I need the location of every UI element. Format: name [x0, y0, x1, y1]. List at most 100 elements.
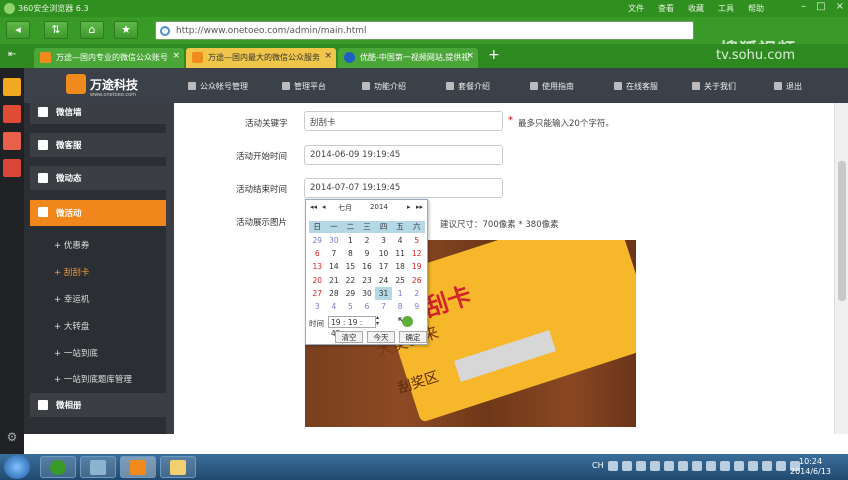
nav-accounts[interactable]: 公众帐号管理: [188, 81, 248, 92]
nav-packages[interactable]: 套餐介绍: [446, 81, 490, 92]
calendar-day-selected[interactable]: 31: [375, 286, 392, 300]
calendar-day[interactable]: 15: [342, 260, 359, 273]
tab-1[interactable]: 万途—国内专业的微信公众账号 ×: [34, 48, 184, 68]
new-tab-icon[interactable]: +: [488, 47, 500, 63]
calendar-day[interactable]: 7: [375, 300, 392, 313]
tab-close-icon[interactable]: ×: [172, 51, 180, 61]
taskbar-ie[interactable]: [40, 456, 76, 478]
month-select[interactable]: 七月: [338, 203, 352, 213]
calendar-day[interactable]: 28: [326, 287, 343, 300]
brand-logo[interactable]: 万途科技 www.onetoeo.com: [66, 74, 138, 98]
calendar-day[interactable]: 23: [359, 274, 376, 287]
sidebar-item-news[interactable]: 微动态: [30, 166, 166, 190]
calendar-day[interactable]: 3: [375, 234, 392, 247]
calendar-day[interactable]: 5: [342, 300, 359, 313]
tray-icon[interactable]: [733, 461, 744, 471]
calendar-day[interactable]: 1: [342, 234, 359, 247]
calendar-day[interactable]: 16: [359, 260, 376, 273]
prev-month-icon[interactable]: ◂: [322, 203, 326, 211]
nav-about[interactable]: 关于我们: [692, 81, 736, 92]
refresh-button[interactable]: ⇅: [44, 21, 68, 39]
calendar-day[interactable]: 14: [326, 260, 343, 273]
favorite-button[interactable]: ★: [114, 21, 138, 39]
back-button[interactable]: ◂: [6, 21, 30, 39]
nav-features[interactable]: 功能介绍: [362, 81, 406, 92]
scrollbar-thumb[interactable]: [838, 161, 846, 301]
menu-tools[interactable]: 工具: [718, 3, 734, 14]
calendar-day[interactable]: 20: [309, 274, 326, 287]
calendar-day[interactable]: 2: [408, 287, 425, 300]
tab-close-icon[interactable]: ×: [466, 51, 474, 61]
start-time-input[interactable]: 2014-06-09 19:19:45: [304, 145, 503, 165]
next-month-icon[interactable]: ▸: [407, 203, 411, 211]
calendar-day[interactable]: 22: [342, 274, 359, 287]
sidebar-sub-scratch[interactable]: + 刮刮卡: [54, 266, 89, 278]
calendar-day[interactable]: 30: [359, 287, 376, 300]
time-spinner-icon[interactable]: ▴ ▾: [376, 315, 379, 327]
sidebar-item-activity[interactable]: 微活动: [30, 200, 166, 226]
nav-support[interactable]: 在线客服: [614, 81, 658, 92]
sidebar-sub-quiz[interactable]: + 一站到底: [54, 347, 98, 359]
nav-logout[interactable]: 退出: [774, 81, 802, 92]
calendar-day[interactable]: 3: [309, 300, 326, 313]
taskbar-clock[interactable]: 10:24 2014/6/13: [790, 457, 831, 477]
tray-icon[interactable]: [635, 461, 646, 471]
ok-button[interactable]: 确定: [399, 331, 427, 343]
weibo-icon[interactable]: [3, 105, 21, 123]
calendar-day[interactable]: 5: [408, 234, 425, 247]
network-icon[interactable]: [761, 461, 772, 471]
nav-guide[interactable]: 使用指南: [530, 81, 574, 92]
sidebar-item-album[interactable]: 微相册: [30, 393, 166, 417]
end-time-input[interactable]: 2014-07-07 19:19:45: [304, 178, 503, 198]
settings-gear-icon[interactable]: ⚙: [3, 430, 21, 448]
taskbar-explorer[interactable]: [160, 456, 196, 478]
page-scrollbar[interactable]: [834, 103, 848, 434]
shopping-icon[interactable]: [3, 159, 21, 177]
calendar-day[interactable]: 12: [408, 247, 425, 260]
home-button[interactable]: ⌂: [80, 21, 104, 39]
calendar-day[interactable]: 13: [309, 260, 326, 273]
favorites-star-icon[interactable]: [3, 78, 21, 96]
calendar-day[interactable]: 29: [342, 287, 359, 300]
calendar-day[interactable]: 17: [375, 260, 392, 273]
flag-icon[interactable]: [747, 461, 758, 471]
calendar-day[interactable]: 18: [392, 260, 409, 273]
sidebar-scrollbar[interactable]: [166, 103, 174, 434]
calendar-day[interactable]: 1: [392, 287, 409, 300]
close-icon[interactable]: ×: [836, 1, 844, 12]
calendar-day[interactable]: 7: [326, 247, 343, 260]
next-year-icon[interactable]: ▸▸: [416, 203, 423, 211]
menu-favorites[interactable]: 收藏: [688, 3, 704, 14]
calendar-day[interactable]: 6: [309, 247, 326, 260]
taskbar-browser[interactable]: [120, 456, 156, 478]
calendar-day[interactable]: 24: [375, 274, 392, 287]
calendar-day[interactable]: 27: [309, 287, 326, 300]
minimize-icon[interactable]: –: [801, 1, 806, 12]
menu-view[interactable]: 查看: [658, 3, 674, 14]
back-tab-icon[interactable]: ⇤: [8, 49, 16, 60]
calendar-day[interactable]: 9: [359, 247, 376, 260]
sidebar-sub-slot[interactable]: + 幸运机: [54, 293, 89, 305]
calendar-day[interactable]: 8: [392, 300, 409, 313]
calendar-day[interactable]: 19: [408, 260, 425, 273]
confirm-time-icon[interactable]: [402, 316, 413, 327]
menu-help[interactable]: 帮助: [748, 3, 764, 14]
tray-icon[interactable]: [719, 461, 730, 471]
tab-close-icon[interactable]: ×: [324, 51, 332, 61]
sidebar-item-wall[interactable]: 微信墙: [30, 103, 166, 124]
calendar-day[interactable]: 29: [309, 234, 326, 247]
prev-year-icon[interactable]: ◂◂: [310, 203, 317, 211]
time-input[interactable]: 19 : 19 : 45: [328, 316, 376, 338]
calendar-day[interactable]: 10: [375, 247, 392, 260]
sidebar-sub-quiz-bank[interactable]: + 一站到底题库管理: [54, 373, 132, 385]
calendar-day[interactable]: 9: [408, 300, 425, 313]
sidebar-sub-coupon[interactable]: + 优惠券: [54, 239, 89, 251]
tray-icon[interactable]: [663, 461, 674, 471]
start-button[interactable]: [4, 455, 30, 479]
mail-icon[interactable]: [3, 132, 21, 150]
help-icon[interactable]: [621, 461, 632, 471]
calendar-day[interactable]: 21: [326, 274, 343, 287]
nav-platform[interactable]: 管理平台: [282, 81, 326, 92]
tray-icon[interactable]: [649, 461, 660, 471]
tray-icon[interactable]: [607, 461, 618, 471]
